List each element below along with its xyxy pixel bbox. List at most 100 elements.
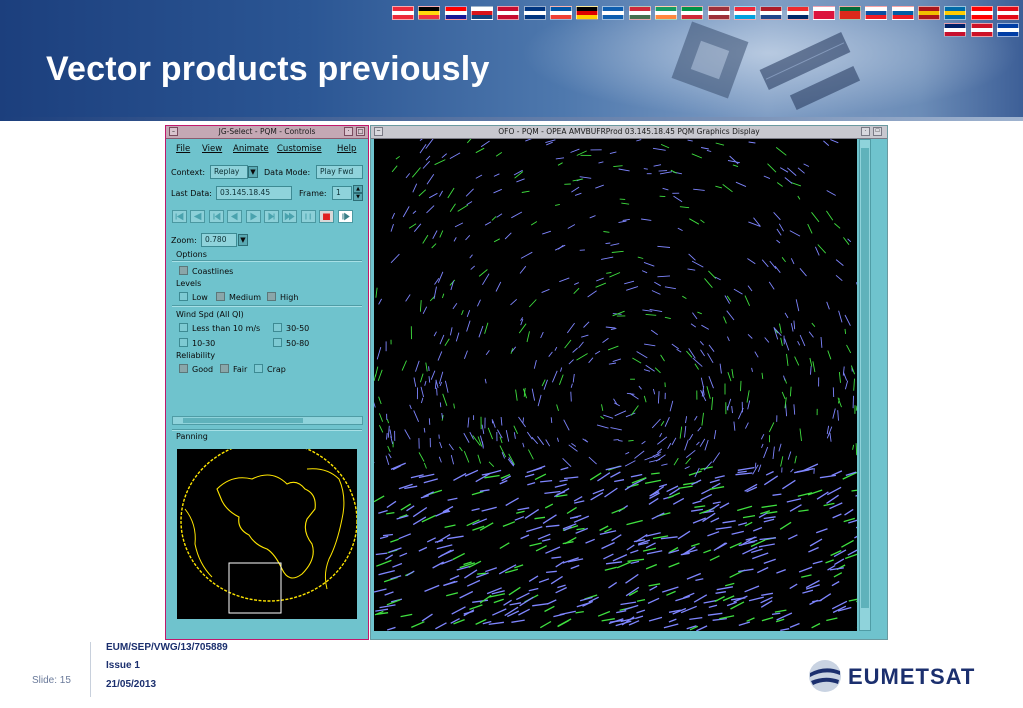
step-forward-button[interactable] — [264, 210, 279, 223]
wind-vector — [731, 406, 733, 414]
panning-globe-map[interactable] — [177, 449, 357, 619]
level-medium-checkbox[interactable] — [216, 292, 225, 301]
rel-crap-checkbox[interactable] — [254, 364, 263, 373]
graphics-minimize-icon[interactable]: · — [861, 127, 870, 136]
wind-vector — [761, 443, 764, 448]
wind-vector — [595, 282, 607, 288]
wind-vector — [453, 237, 457, 242]
rel-crap-option[interactable]: Crap — [254, 364, 286, 374]
wind-vector — [684, 426, 687, 438]
wind-vector — [588, 456, 597, 465]
wind-vector — [694, 363, 699, 370]
coastlines-checkbox[interactable] — [179, 266, 188, 275]
wind-vector — [747, 285, 753, 292]
wind-vector — [411, 621, 425, 628]
wind-vector — [652, 388, 656, 395]
step-back-button[interactable] — [208, 210, 224, 223]
graphics-vertical-scrollbar[interactable] — [859, 139, 871, 631]
wind-30-50-checkbox[interactable] — [273, 323, 282, 332]
wind-vector-display[interactable] — [374, 139, 857, 631]
wind-vector — [816, 491, 829, 500]
wind-vector — [687, 268, 696, 271]
wind-vector — [546, 599, 557, 605]
level-high-checkbox[interactable] — [267, 292, 276, 301]
level-low-option[interactable]: Low — [179, 292, 208, 302]
logo-wordmark: EUMETSAT — [848, 664, 976, 689]
wind-vector — [727, 372, 732, 382]
frame-down-icon[interactable]: ▼ — [353, 193, 363, 201]
wind-30-50-option[interactable]: 30-50 — [273, 323, 309, 333]
wind-vector — [454, 222, 464, 228]
wind-lt10-option[interactable]: Less than 10 m/s — [179, 323, 260, 333]
wind-vector — [630, 405, 639, 416]
wind-vector — [446, 592, 459, 597]
zoom-field[interactable]: 0.780 — [201, 233, 237, 247]
wind-vector — [382, 533, 393, 537]
play-backward-button[interactable] — [227, 210, 243, 223]
wind-vector — [662, 586, 679, 593]
wind-vector — [422, 306, 428, 315]
data-mode-field[interactable]: Play Fwd — [316, 165, 363, 179]
wind-vector — [599, 525, 609, 532]
context-select[interactable]: Replay — [210, 165, 248, 179]
first-frame-button[interactable] — [172, 210, 187, 223]
last-data-field[interactable]: 03.145.18.45 — [216, 186, 292, 200]
frame-field[interactable]: 1 — [332, 186, 352, 200]
wind-vector — [787, 451, 792, 460]
wind-vector — [657, 391, 660, 404]
wind-vector — [855, 282, 857, 286]
coastlines-option[interactable]: Coastlines — [179, 266, 233, 276]
wind-vector — [684, 466, 690, 470]
graphics-maximize-icon[interactable]: □ — [873, 127, 882, 136]
maximize-icon[interactable]: □ — [356, 127, 365, 136]
wind-vector — [613, 165, 623, 168]
wind-vector — [693, 594, 708, 603]
wind-lt10-checkbox[interactable] — [179, 323, 188, 332]
wind-50-80-checkbox[interactable] — [273, 338, 282, 347]
graphics-scroll-thumb[interactable] — [861, 148, 869, 608]
wind-vector — [423, 427, 426, 433]
frame-up-icon[interactable]: ▲ — [353, 185, 363, 193]
menu-file[interactable]: File — [176, 144, 190, 154]
wind-10-30-option[interactable]: 10-30 — [179, 338, 215, 348]
menu-view[interactable]: View — [202, 144, 222, 154]
rel-good-checkbox[interactable] — [179, 364, 188, 373]
controls-titlebar[interactable]: – JG-Select - PQM - Controls · □ — [166, 126, 368, 139]
wind-vector — [700, 377, 704, 388]
wind-vector — [523, 387, 526, 397]
loop-button[interactable] — [337, 210, 353, 223]
fast-forward-button[interactable] — [282, 210, 298, 223]
menu-animate[interactable]: Animate — [233, 144, 269, 154]
wind-vector — [557, 618, 572, 627]
rel-good-text: Good — [192, 365, 214, 374]
wind-vector — [481, 506, 497, 512]
minimize-icon[interactable]: · — [344, 127, 353, 136]
wind-vector — [426, 205, 435, 214]
step-back-icon — [213, 212, 221, 221]
play-forward-button[interactable] — [245, 210, 261, 223]
rel-fair-checkbox[interactable] — [220, 364, 229, 373]
flag-icon — [891, 6, 914, 20]
options-horizontal-scrollbar[interactable] — [172, 416, 363, 425]
wind-10-30-checkbox[interactable] — [179, 338, 188, 347]
rel-good-option[interactable]: Good — [179, 364, 213, 374]
wind-vector — [546, 570, 557, 574]
zoom-dropdown-icon[interactable]: ▼ — [238, 234, 248, 246]
stop-button[interactable] — [319, 210, 335, 223]
wind-vector — [823, 140, 830, 146]
wind-vector — [776, 228, 782, 236]
context-dropdown-icon[interactable]: ▼ — [248, 166, 258, 178]
wind-vector — [581, 334, 589, 338]
level-high-option[interactable]: High — [267, 292, 298, 302]
level-medium-option[interactable]: Medium — [216, 292, 261, 302]
wind-vector — [789, 504, 802, 512]
menu-customise[interactable]: Customise — [277, 144, 322, 154]
options-scroll-thumb[interactable] — [183, 418, 303, 423]
graphics-titlebar[interactable]: – OFO - PQM - OPEA AMVBUFRProd 03.145.18… — [371, 126, 887, 139]
menu-help[interactable]: Help — [337, 144, 356, 154]
level-low-checkbox[interactable] — [179, 292, 188, 301]
rewind-button[interactable] — [190, 210, 206, 223]
rel-fair-option[interactable]: Fair — [220, 364, 247, 374]
pause-button[interactable] — [300, 210, 316, 223]
wind-50-80-option[interactable]: 50-80 — [273, 338, 309, 348]
